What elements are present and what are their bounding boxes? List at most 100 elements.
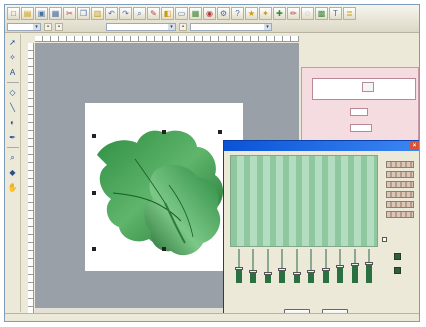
bold-button[interactable]: ▪ (44, 23, 52, 31)
color-stripes-preview (230, 155, 378, 247)
apply-button[interactable]: ▪ (179, 23, 187, 31)
select-icon[interactable]: ▭ (175, 7, 188, 20)
spin-box[interactable] (362, 82, 374, 92)
toolbar: □ ▤ ▣ ▦ ✂ ❐ ▥ ↶ ↷ ⌕ ✎ ◧ ▭ ▦ ◉ ⚙? ★ ✦ ✚ ✏ ◌ ▩ T ≣ ▾ ▪ ▪ ▾ ▪ ▾ (5, 5, 419, 33)
help-icon[interactable]: ? (231, 7, 244, 20)
star-icon[interactable]: ★ (245, 7, 258, 20)
lasso-icon[interactable]: ✧ (7, 52, 19, 64)
hand-icon[interactable]: ✋ (7, 182, 19, 194)
layers-icon[interactable]: ≣ (343, 7, 356, 20)
node-icon[interactable]: ◆ (7, 167, 19, 179)
eraser-icon[interactable]: ◌ (301, 7, 314, 20)
pattern-swatch[interactable] (386, 191, 414, 198)
option-checkbox[interactable] (382, 237, 387, 242)
leaf-design-image[interactable] (85, 103, 243, 271)
selection-handle[interactable] (218, 130, 222, 134)
new-icon[interactable]: □ (7, 7, 20, 20)
selection-handle[interactable] (162, 247, 166, 251)
open-icon[interactable]: ▤ (21, 7, 34, 20)
undo-icon[interactable]: ↶ (105, 7, 118, 20)
chevron-down-icon[interactable]: ▾ (264, 24, 271, 30)
selection-handle[interactable] (92, 247, 96, 251)
properties-panel (301, 67, 419, 145)
toolbar-buttons: □ ▤ ▣ ▦ ✂ ❐ ▥ ↶ ↷ ⌕ ✎ ◧ ▭ ▦ ◉ ⚙? ★ ✦ ✚ ✏ ◌ ▩ T ≣ (7, 7, 356, 21)
eyedropper-icon[interactable]: ✒ (7, 132, 19, 144)
zoom-icon[interactable]: ⌕ (133, 7, 146, 20)
checkbox-row[interactable] (382, 237, 389, 242)
tool-separator (6, 82, 19, 84)
density-combo[interactable]: ▾ (190, 23, 272, 31)
pattern-swatch[interactable] (386, 171, 414, 178)
copy-icon[interactable]: ❐ (77, 7, 90, 20)
fill-icon[interactable]: ◧ (161, 7, 174, 20)
panel-input[interactable] (350, 124, 372, 132)
pen-icon[interactable]: ✎ (147, 7, 160, 20)
settings-icon[interactable]: ⚙ (217, 7, 230, 20)
print-icon[interactable]: ▦ (49, 7, 62, 20)
cut-icon[interactable]: ✂ (63, 7, 76, 20)
redo-icon[interactable]: ↷ (119, 7, 132, 20)
tool-palette: ➚ ✧ A ◇ ╲ ◐ ✒ ⌕ ◆ ✋ (5, 34, 21, 312)
pattern-swatch[interactable] (386, 201, 414, 208)
wand-icon[interactable]: ✦ (259, 7, 272, 20)
dialog-titlebar[interactable]: × (224, 141, 419, 151)
text-icon[interactable]: T (329, 7, 342, 20)
toolbar-secondary: ▾ ▪ ▪ ▾ ▪ ▾ (7, 22, 417, 32)
vertical-ruler (28, 43, 34, 313)
text-tool-icon[interactable]: A (7, 67, 19, 79)
slider-thumb[interactable] (263, 272, 272, 275)
slider-thumb[interactable] (278, 268, 287, 271)
pattern-swatch[interactable] (386, 161, 414, 168)
slider-thumb[interactable] (350, 263, 359, 266)
slider-thumb[interactable] (292, 272, 301, 275)
shape-icon[interactable]: ◇ (7, 87, 19, 99)
panel-input[interactable] (350, 108, 368, 116)
chevron-down-icon[interactable]: ▾ (33, 24, 40, 30)
density-slider[interactable] (248, 249, 258, 293)
image-icon[interactable]: ▩ (315, 7, 328, 20)
density-slider[interactable] (277, 249, 287, 293)
selection-handle[interactable] (92, 134, 96, 138)
chevron-down-icon[interactable]: ▾ (168, 24, 175, 30)
design-canvas[interactable] (85, 103, 243, 271)
color-knob[interactable] (394, 267, 401, 274)
slider-thumb[interactable] (235, 267, 243, 270)
pencil-icon[interactable]: ✏ (287, 7, 300, 20)
density-slider[interactable] (350, 249, 360, 293)
selection-handle[interactable] (92, 191, 96, 195)
color-density-dialog: × (223, 140, 419, 321)
slider-thumb[interactable] (307, 270, 316, 273)
pattern-swatch[interactable] (386, 211, 414, 218)
paste-icon[interactable]: ▥ (91, 7, 104, 20)
slider-thumb[interactable] (364, 262, 373, 265)
slider-thumb[interactable] (321, 268, 330, 271)
slider-thumb[interactable] (249, 270, 258, 273)
font-combo[interactable]: ▾ (7, 23, 41, 31)
status-bar (5, 313, 419, 321)
density-slider[interactable] (321, 249, 331, 293)
density-slider[interactable] (335, 249, 345, 293)
line-icon[interactable]: ╲ (7, 102, 19, 114)
color-knob[interactable] (394, 253, 401, 260)
pointer-icon[interactable]: ➚ (7, 37, 19, 49)
density-slider[interactable] (292, 249, 302, 293)
density-slider[interactable] (263, 249, 273, 293)
save-icon[interactable]: ▣ (35, 7, 48, 20)
slider-thumb[interactable] (336, 265, 345, 268)
slider-fill (365, 263, 372, 283)
density-slider[interactable] (234, 249, 244, 293)
selection-handle[interactable] (162, 130, 166, 134)
fill-tool-icon[interactable]: ◐ (7, 117, 19, 129)
density-slider[interactable] (306, 249, 316, 293)
grid-icon[interactable]: ▦ (189, 7, 202, 20)
pattern-swatch[interactable] (386, 181, 414, 188)
close-icon[interactable]: × (410, 142, 419, 150)
color-icon[interactable]: ◉ (203, 7, 216, 20)
density-slider[interactable] (364, 249, 374, 293)
stitch-icon[interactable]: ✚ (273, 7, 286, 20)
zoom-tool-icon[interactable]: ⌕ (7, 152, 19, 164)
slider-group (230, 249, 378, 293)
italic-button[interactable]: ▪ (55, 23, 63, 31)
slider-fill (236, 268, 242, 283)
stitch-combo[interactable]: ▾ (106, 23, 176, 31)
